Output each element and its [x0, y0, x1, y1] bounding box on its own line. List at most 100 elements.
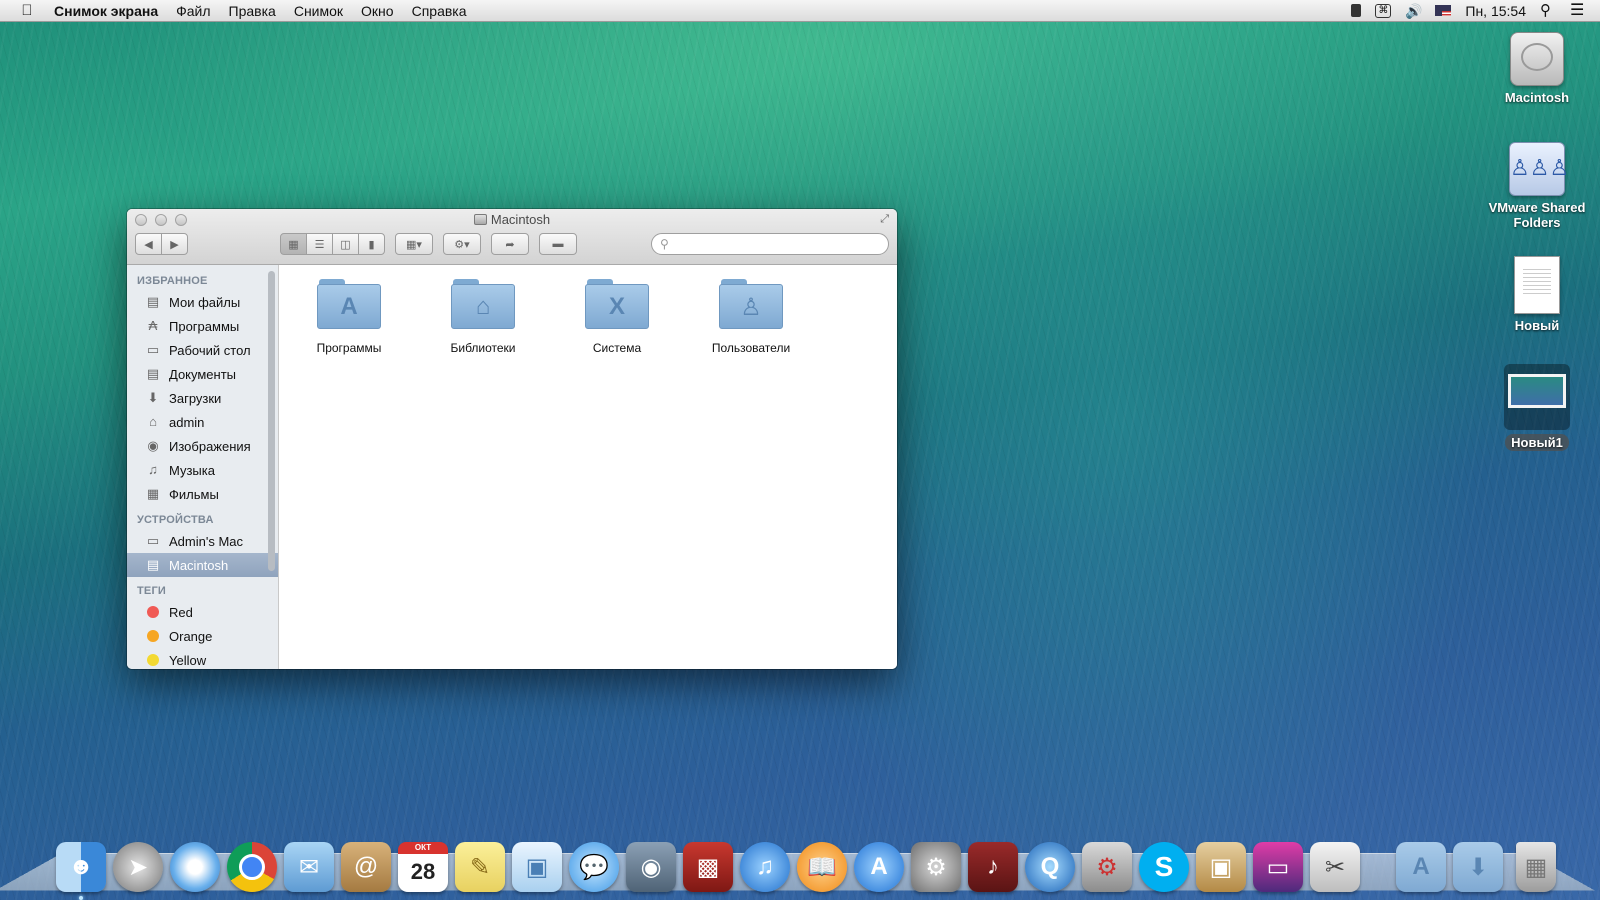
dock-system-preferences-icon[interactable]: ⚙	[911, 842, 961, 892]
menu-edit[interactable]: Правка	[220, 0, 285, 22]
back-button[interactable]: ◀	[135, 233, 162, 255]
sidebar-item-label: Документы	[169, 366, 237, 382]
flag-us-icon[interactable]	[1435, 5, 1452, 16]
dock-automator-icon[interactable]: ⚙	[1082, 842, 1132, 892]
library-folder-icon: ⌂	[451, 279, 515, 329]
dock-launchpad-icon[interactable]: ➤	[113, 842, 163, 892]
dock-mail-icon[interactable]: ✉	[284, 842, 334, 892]
desktop-icon-vmware-shared[interactable]: ♙♙♙ VMware Shared Folders	[1482, 142, 1592, 230]
applications-icon: ₳	[148, 318, 158, 333]
finder-toolbar: ◀ ▶ ▦ ☰ ◫ ▮ ▦▾ ⚙▾ ➦ ▬ ⚲	[135, 232, 889, 256]
spotlight-search-icon[interactable]: ⚲	[1540, 3, 1556, 18]
dock-quicktime-icon[interactable]: Q	[1025, 842, 1075, 892]
desktop-icon: ▭	[146, 342, 160, 357]
dock-skype-icon[interactable]: S	[1139, 842, 1189, 892]
dock-boot-camp-icon[interactable]: ▭	[1253, 842, 1303, 892]
sidebar-header-devices: УСТРОЙСТВА	[137, 514, 214, 526]
sidebar-header-favorites: ИЗБРАННОЕ	[137, 275, 208, 287]
finder-titlebar[interactable]: Macintosh ⤢ ◀ ▶ ▦ ☰ ◫ ▮ ▦▾ ⚙▾ ➦ ▬ ⚲	[127, 209, 897, 265]
sidebar-item-label: Red	[169, 604, 193, 620]
list-view-button[interactable]: ☰	[306, 233, 333, 255]
dock-preview-icon[interactable]: ▣	[512, 842, 562, 892]
icon-view-button[interactable]: ▦	[280, 233, 307, 255]
dock-applications-folder-icon[interactable]: A	[1396, 842, 1446, 892]
sidebar-item-macintosh[interactable]: ▤ Macintosh	[127, 553, 278, 577]
search-icon: ⚲	[660, 237, 669, 251]
desktop-icon-novy[interactable]: Новый	[1482, 256, 1592, 333]
sidebar-item-tag-red[interactable]: Red	[127, 600, 278, 624]
menu-help[interactable]: Справка	[403, 0, 476, 22]
dock-installer-icon[interactable]: ▣	[1196, 842, 1246, 892]
dock-dictionary-icon[interactable]: ♪	[968, 842, 1018, 892]
dock-safari-icon[interactable]: ✦	[170, 842, 220, 892]
computer-icon: ▭	[146, 533, 160, 548]
menu-clock[interactable]: Пн, 15:54	[1465, 3, 1526, 19]
tags-button[interactable]: ▬	[539, 233, 577, 255]
sidebar-item-tag-orange[interactable]: Orange	[127, 624, 278, 648]
keyboard-shortcut-icon[interactable]: ⌘	[1375, 3, 1392, 18]
system-folder-icon: X	[585, 279, 649, 329]
sidebar-item-home[interactable]: ⌂ admin	[127, 410, 278, 434]
sidebar-item-label: Музыка	[169, 462, 215, 478]
dock-itunes-icon[interactable]: ♫	[740, 842, 790, 892]
desktop-icon-label: VMware Shared Folders	[1488, 200, 1586, 230]
menu-window[interactable]: Окно	[352, 0, 403, 22]
menu-capture[interactable]: Снимок	[285, 0, 352, 22]
sidebar-item-pictures[interactable]: ◉ Изображения	[127, 434, 278, 458]
sidebar-item-label: Macintosh	[169, 557, 229, 573]
search-field[interactable]: ⚲	[651, 233, 889, 255]
nav-buttons: ◀ ▶	[135, 233, 188, 255]
dock-calendar-icon[interactable]: ОКТ 28	[398, 842, 448, 892]
calendar-day: 28	[410, 859, 436, 884]
sidebar-header-tags: ТЕГИ	[137, 585, 166, 597]
apple-menu-icon[interactable]: 	[18, 2, 36, 19]
dock-photo-booth-icon[interactable]: ▩	[683, 842, 733, 892]
folder-system[interactable]: X Система	[557, 279, 677, 355]
folder-users[interactable]: ♙ Пользователи	[691, 279, 811, 355]
dock-messages-icon[interactable]: 💬	[569, 842, 619, 892]
dock-chrome-icon[interactable]	[227, 842, 277, 892]
sidebar-item-label: Фильмы	[169, 486, 219, 502]
sidebar-item-applications[interactable]: ₳ Программы	[127, 314, 278, 338]
menu-file[interactable]: Файл	[167, 0, 219, 22]
dock-grab-icon[interactable]: ✂	[1310, 842, 1360, 892]
desktop-icon-label: Новый1	[1505, 434, 1569, 451]
share-button[interactable]: ➦	[491, 233, 529, 255]
desktop-icon-macintosh-hd[interactable]: Macintosh	[1482, 32, 1592, 105]
dock-contacts-icon[interactable]: @	[341, 842, 391, 892]
fullscreen-icon[interactable]: ⤢	[880, 213, 889, 226]
dock-ibooks-icon[interactable]: 📖	[797, 842, 847, 892]
dock-notes-icon[interactable]: ✎	[455, 842, 505, 892]
sidebar-item-desktop[interactable]: ▭ Рабочий стол	[127, 338, 278, 362]
sidebar-item-label: Orange	[169, 628, 213, 644]
action-gear-button[interactable]: ⚙▾	[443, 233, 481, 255]
dock-trash-icon[interactable]: ▦	[1516, 842, 1556, 892]
app-menu[interactable]: Снимок экрана	[52, 0, 167, 22]
sidebar-item-documents[interactable]: ▤ Документы	[127, 362, 278, 386]
document-icon	[1514, 256, 1560, 314]
tag-dot-icon	[147, 606, 159, 618]
desktop-icon-novy1[interactable]: Новый1	[1482, 364, 1592, 451]
sidebar-item-all-files[interactable]: ▤ Мои файлы	[127, 290, 278, 314]
sidebar-scrollbar[interactable]	[268, 271, 275, 571]
sidebar-item-music[interactable]: ♫ Музыка	[127, 458, 278, 482]
folder-applications[interactable]: A Программы	[289, 279, 409, 355]
battery-icon[interactable]	[1351, 4, 1362, 17]
column-view-button[interactable]: ◫	[332, 233, 359, 255]
sidebar-item-downloads[interactable]: ⬇ Загрузки	[127, 386, 278, 410]
dock-downloads-folder-icon[interactable]: ⬇	[1453, 842, 1503, 892]
sidebar-item-label: Загрузки	[169, 390, 222, 406]
documents-icon: ▤	[146, 366, 160, 381]
arrange-button[interactable]: ▦▾	[395, 233, 433, 255]
sidebar-item-movies[interactable]: ▦ Фильмы	[127, 482, 278, 506]
coverflow-view-button[interactable]: ▮	[358, 233, 385, 255]
folder-library[interactable]: ⌂ Библиотеки	[423, 279, 543, 355]
dock-app-store-icon[interactable]: A	[854, 842, 904, 892]
volume-icon[interactable]: 🔊	[1405, 4, 1422, 18]
sidebar-item-tag-yellow[interactable]: Yellow	[127, 648, 278, 669]
forward-button[interactable]: ▶	[161, 233, 188, 255]
sidebar-item-admins-mac[interactable]: ▭ Admin's Mac	[127, 529, 278, 553]
dock-finder-icon[interactable]: ☻	[56, 842, 106, 900]
dock-facetime-icon[interactable]: ◉	[626, 842, 676, 892]
notification-center-icon[interactable]: ☰	[1570, 2, 1586, 18]
